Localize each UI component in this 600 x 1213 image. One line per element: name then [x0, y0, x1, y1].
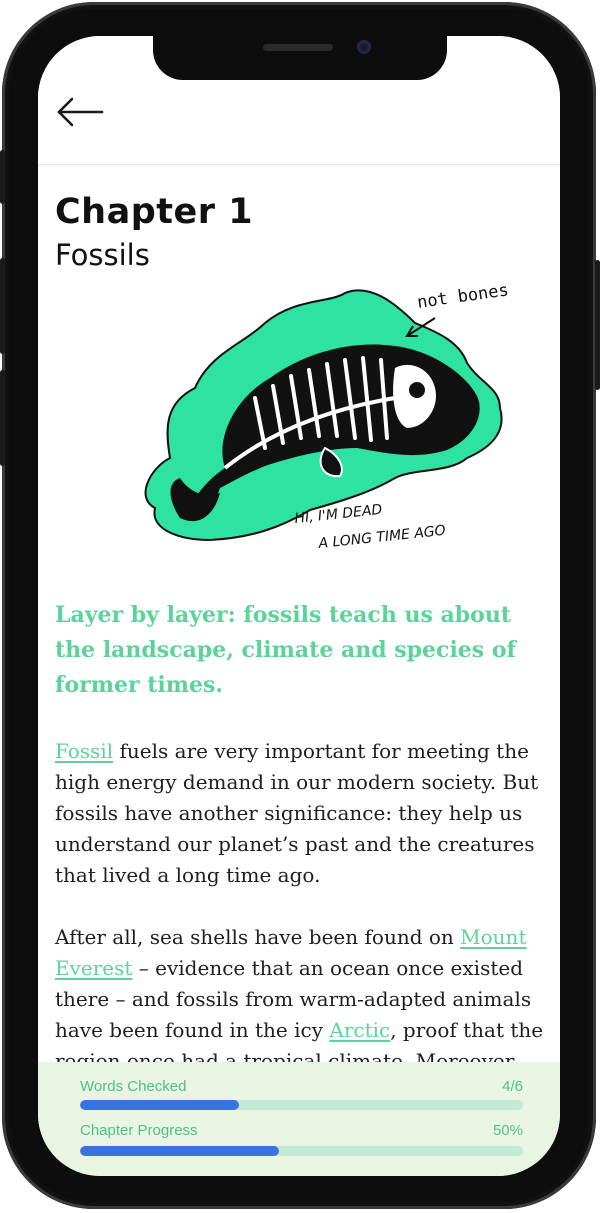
chapter-number: Chapter 1	[55, 192, 254, 232]
paragraph-1: Fossil fuels are very important for meet…	[55, 736, 545, 891]
arrow-left-icon	[57, 97, 104, 127]
paragraph-1-text: fuels are very important for meeting the…	[55, 739, 539, 887]
phone-notch	[153, 36, 447, 80]
phone-side-button	[595, 260, 600, 390]
app-screen: Chapter 1 Fossils not bones HI, I'M DEAD…	[38, 36, 560, 1176]
link-fossil[interactable]: Fossil	[55, 739, 113, 763]
fish-fossil-illustration: not bones HI, I'M DEAD A LONG TIME AGO	[95, 278, 535, 578]
words-checked-row: Words Checked 4/6	[80, 1078, 523, 1114]
phone-side-button	[0, 370, 5, 466]
words-checked-fill	[80, 1100, 240, 1110]
caption-line2: A LONG TIME AGO	[317, 523, 447, 552]
words-checked-label: Words Checked	[80, 1078, 187, 1095]
chapter-content: Chapter 1 Fossils not bones HI, I'M DEAD…	[55, 186, 545, 1077]
chapter-progress-row: Chapter Progress 50%	[80, 1122, 523, 1158]
back-button[interactable]	[56, 94, 106, 130]
progress-panel: Words Checked 4/6 Chapter Progress 50%	[38, 1062, 560, 1176]
link-arctic[interactable]: Arctic	[329, 1018, 390, 1042]
speaker-grille	[263, 44, 333, 51]
fossil-fish-image: not bones HI, I'M DEAD A LONG TIME AGO	[144, 280, 510, 552]
chapter-progress-track	[80, 1146, 523, 1156]
paragraph-2-text-a: After all, sea shells have been found on	[55, 925, 461, 949]
annotation-not-bones: not bones	[416, 280, 510, 313]
phone-side-button	[0, 258, 5, 354]
chapter-title: Fossils	[55, 238, 150, 272]
paragraph-2: After all, sea shells have been found on…	[55, 922, 545, 1077]
chapter-lead: Layer by layer: fossils teach us about t…	[55, 602, 516, 698]
chapter-progress-label: Chapter Progress	[80, 1122, 198, 1139]
words-checked-track	[80, 1100, 523, 1110]
chapter-progress-value: 50%	[492, 1122, 523, 1139]
chapter-progress-fill	[80, 1146, 280, 1156]
front-camera	[357, 40, 371, 54]
phone-side-button	[0, 150, 5, 204]
words-checked-value: 4/6	[502, 1078, 523, 1095]
